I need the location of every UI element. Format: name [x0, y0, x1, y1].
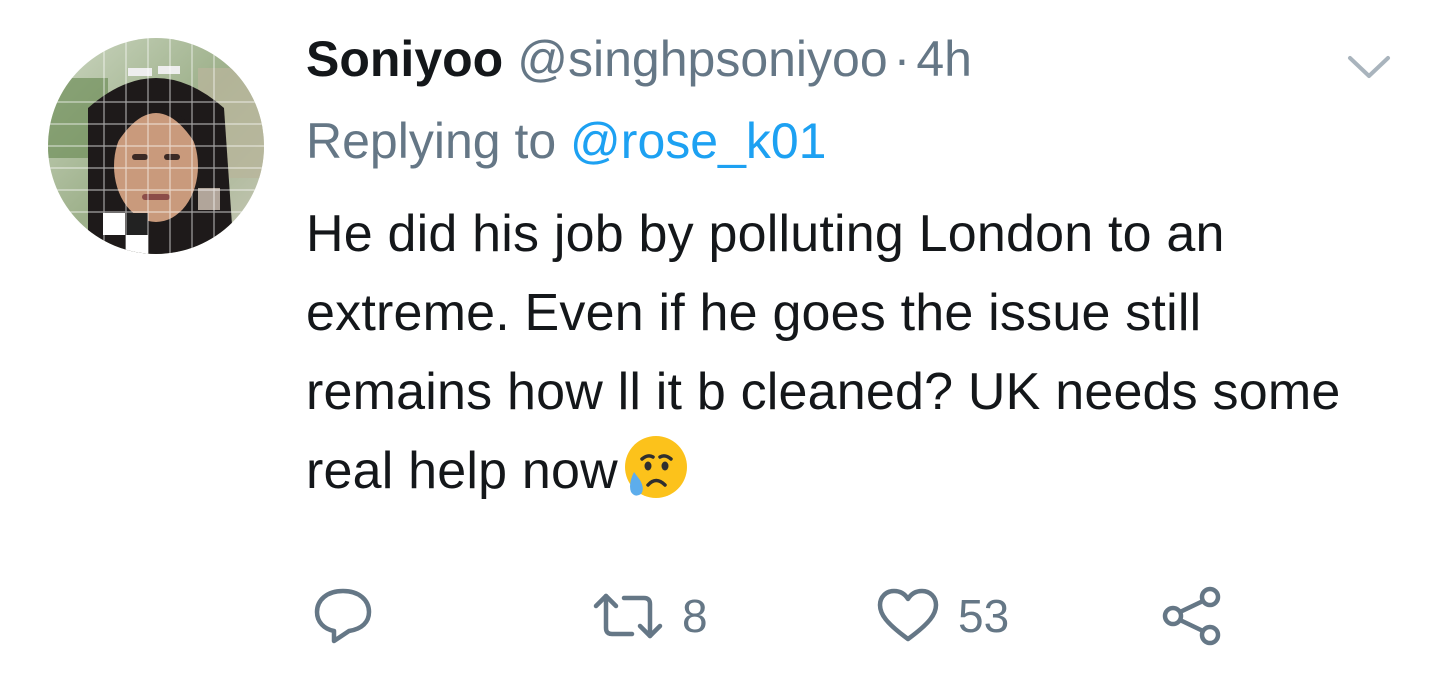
chevron-down-icon[interactable]	[1346, 52, 1392, 82]
reply-button[interactable]	[312, 586, 392, 646]
heart-icon	[877, 588, 939, 642]
sad-but-relieved-face-emoji	[620, 432, 690, 502]
like-count: 53	[958, 590, 1010, 642]
author-handle[interactable]: @singhpsoniyoo	[517, 31, 887, 87]
author-name[interactable]: Soniyoo	[306, 31, 503, 87]
share-icon	[1162, 586, 1221, 646]
tweet-text-content: He did his job by polluting London to an…	[306, 205, 1341, 500]
replying-mention-link[interactable]: @rose_k01	[570, 113, 826, 169]
tweet-text: He did his job by polluting London to an…	[306, 195, 1396, 511]
retweet-count: 8	[682, 590, 708, 642]
avatar[interactable]	[48, 38, 264, 254]
retweet-icon	[593, 593, 663, 639]
tweet: Soniyoo @singhpsoniyoo · 4h Replying to @ro…	[0, 0, 1440, 694]
separator-dot: ·	[893, 31, 911, 87]
retweet-button[interactable]: 8	[592, 586, 708, 646]
avatar-photo	[48, 38, 264, 254]
replying-prefix: Replying to	[306, 113, 571, 169]
share-button[interactable]	[1160, 586, 1224, 646]
reply-icon	[314, 588, 372, 644]
timestamp[interactable]: 4h	[916, 31, 972, 87]
tweet-header: Soniyoo @singhpsoniyoo · 4h	[306, 30, 972, 102]
replying-to: Replying to @rose_k01	[306, 112, 827, 170]
like-button[interactable]: 53	[876, 586, 1009, 646]
